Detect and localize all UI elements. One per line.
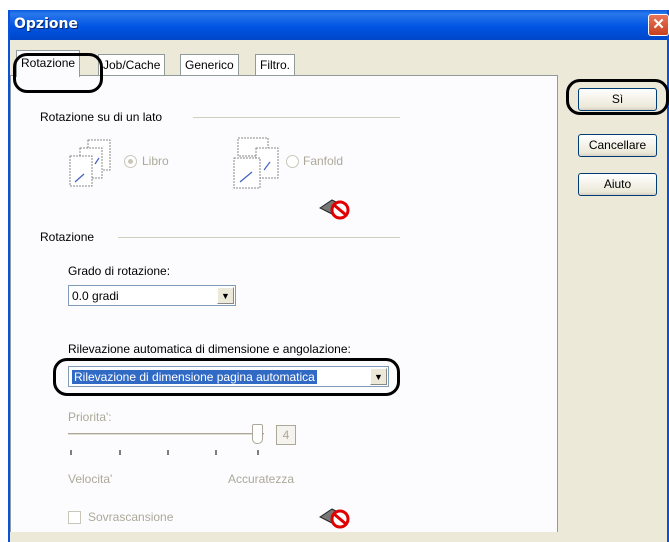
tab-filtro[interactable]: Filtro. bbox=[255, 54, 295, 76]
highlight-oval-ok bbox=[566, 79, 669, 115]
degree-select[interactable]: 0.0 gradi ▼ bbox=[68, 285, 236, 306]
scanner-not-available-icon bbox=[319, 508, 350, 529]
priority-label: Priorita': bbox=[68, 410, 112, 424]
degree-label: Grado di rotazione: bbox=[68, 264, 171, 278]
overscan-label: Sovrascansione bbox=[88, 510, 174, 524]
radio-fanfold-label: Fanfold bbox=[303, 154, 344, 168]
chevron-down-icon[interactable]: ▼ bbox=[217, 287, 234, 304]
group-divider bbox=[193, 117, 400, 118]
degree-select-value: 0.0 gradi bbox=[72, 289, 119, 303]
help-button[interactable]: Aiuto bbox=[578, 173, 657, 196]
highlight-oval-tab bbox=[13, 53, 103, 93]
priority-slider-thumb[interactable] bbox=[252, 424, 263, 444]
highlight-oval-select bbox=[53, 358, 400, 396]
priority-slider-ticks bbox=[70, 450, 259, 455]
speed-label: Velocita' bbox=[68, 472, 113, 486]
document-pages-icon bbox=[69, 139, 111, 187]
document-fanfold-icon bbox=[233, 137, 279, 189]
group-divider bbox=[118, 237, 400, 238]
radio-libro[interactable] bbox=[124, 155, 137, 168]
close-button[interactable]: ✕ bbox=[648, 14, 669, 36]
accuracy-label: Accuratezza bbox=[228, 472, 295, 486]
priority-slider-track bbox=[68, 433, 264, 436]
auto-detect-label: Rilevazione automatica di dimensione e a… bbox=[68, 342, 351, 356]
cancel-button[interactable]: Cancellare bbox=[578, 134, 657, 157]
radio-libro-label: Libro bbox=[142, 154, 169, 168]
group-label-rotation: Rotazione bbox=[40, 230, 95, 244]
tab-job-cache[interactable]: Job/Cache bbox=[98, 54, 166, 76]
title-bar: Opzione ✕ bbox=[10, 10, 669, 40]
priority-value-box: 4 bbox=[276, 425, 296, 445]
group-label-one-side: Rotazione su di un lato bbox=[40, 110, 163, 124]
tab-generico[interactable]: Generico bbox=[180, 54, 239, 76]
window-title: Opzione bbox=[14, 16, 78, 32]
overscan-checkbox[interactable] bbox=[68, 511, 81, 524]
scanner-not-available-icon bbox=[319, 199, 350, 220]
radio-fanfold[interactable] bbox=[286, 155, 299, 168]
